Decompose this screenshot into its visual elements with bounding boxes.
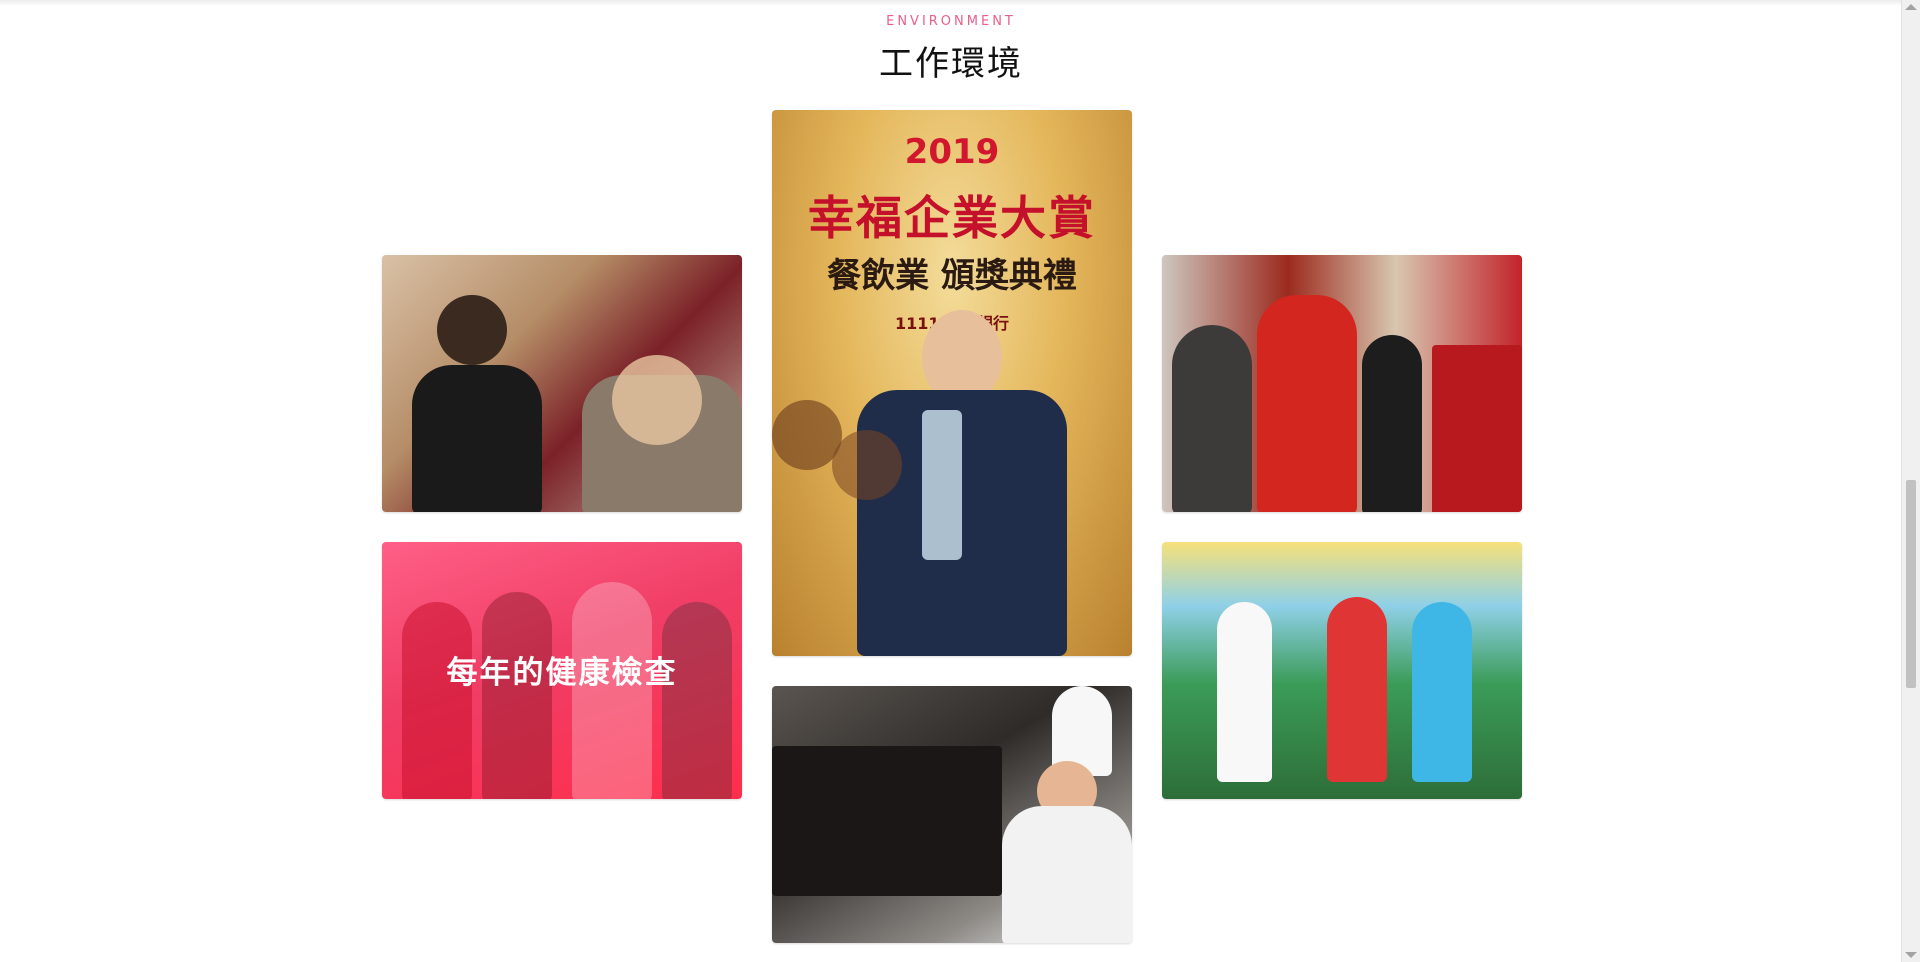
person-suit-shape (857, 390, 1067, 656)
person-shape (402, 602, 472, 799)
award-ceremony-photo[interactable]: 2019 幸福企業大賞 餐飲業 頒獎典禮 1111 人力銀行 (772, 110, 1132, 656)
performer-shape (1327, 597, 1387, 782)
header-shadow (0, 0, 1902, 6)
family-day-stage-photo[interactable] (1162, 542, 1522, 799)
person-shape (1172, 325, 1252, 512)
page-scrollbar[interactable] (1901, 0, 1920, 962)
section-kicker: ENVIRONMENT (886, 14, 1016, 29)
person-shape (662, 602, 732, 799)
chef-body-shape (1002, 806, 1132, 943)
scroll-thumb[interactable] (1906, 480, 1916, 688)
bakery-chef-photo[interactable] (772, 686, 1132, 943)
person-body-shape (412, 365, 542, 512)
round-sign-shape (612, 355, 702, 445)
costume-shape (1257, 295, 1357, 512)
god-of-wealth-event-photo[interactable] (1162, 255, 1522, 512)
person-shape (1362, 335, 1422, 512)
counter-staff-photo[interactable] (382, 255, 742, 512)
poster-subline: 餐飲業 頒獎典禮 (827, 256, 1077, 296)
section-title: 工作環境 (879, 44, 1023, 84)
scroll-down-icon[interactable] (1905, 952, 1917, 958)
poster-year: 2019 (904, 132, 1000, 172)
scroll-up-icon[interactable] (1905, 4, 1917, 10)
person-shape (482, 592, 552, 799)
food-circle-shape (832, 430, 902, 500)
person-head-shape (437, 295, 507, 365)
health-check-caption: 每年的健康檢查 (446, 655, 678, 691)
poster-headline: 幸福企業大賞 (808, 191, 1096, 245)
performer-shape (1412, 602, 1472, 782)
banner-shape (1432, 345, 1522, 512)
trophy-shape (922, 410, 962, 560)
health-check-tile[interactable]: 每年的健康檢查 (382, 542, 742, 799)
performer-shape (1217, 602, 1272, 782)
oven-shape (772, 746, 1002, 896)
